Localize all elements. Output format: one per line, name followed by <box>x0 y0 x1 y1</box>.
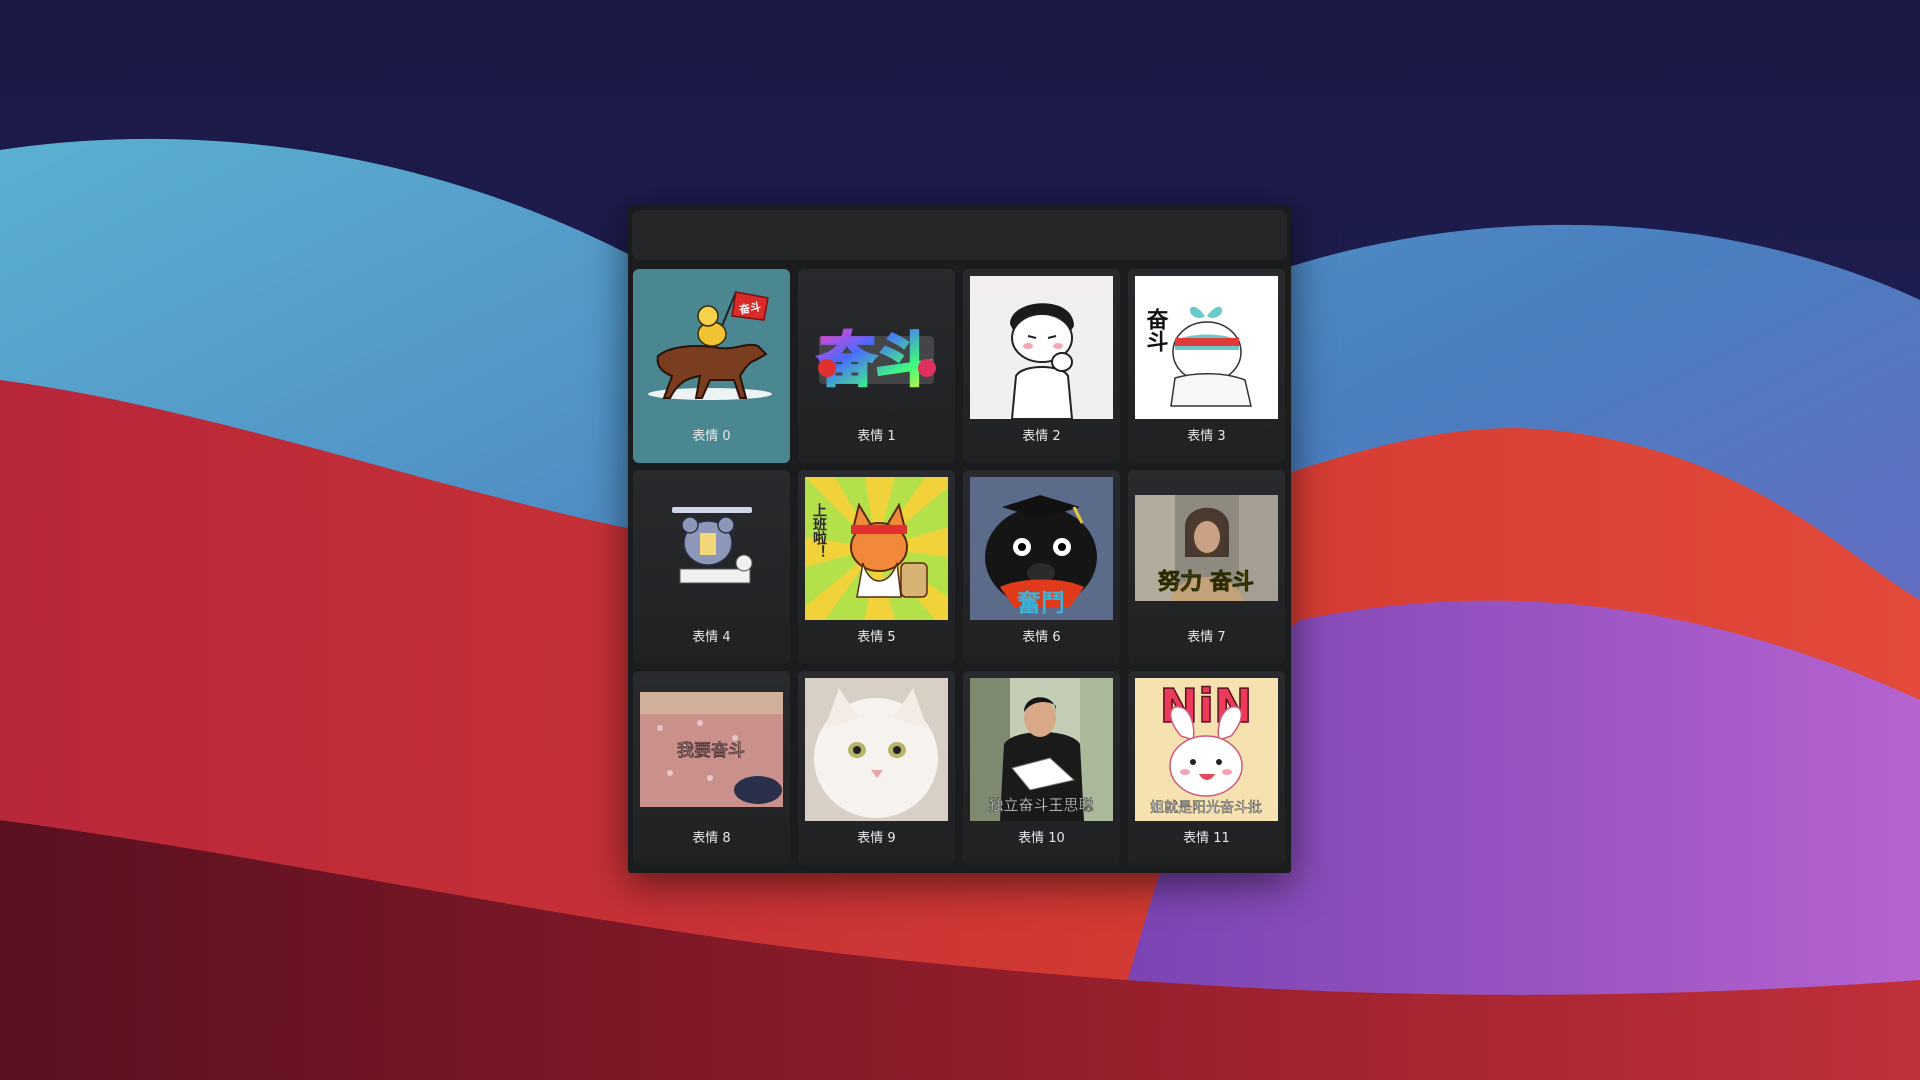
sticker-tile[interactable]: 我要奋斗 表情 8 <box>633 671 790 865</box>
neon-text-icon: 奋斗 <box>805 276 948 419</box>
sticker-tile[interactable]: 上班啦！ 表情 5 <box>798 470 955 664</box>
sticker-label: 表情 11 <box>1183 831 1230 846</box>
sticker-tile[interactable]: 奋斗 表情 1 <box>798 269 955 463</box>
sticker-label: 表情 4 <box>692 630 731 645</box>
svg-text:奋斗: 奋斗 <box>818 326 934 394</box>
thinking-cartoon-icon <box>970 276 1113 419</box>
sticker-label: 表情 10 <box>1018 831 1065 846</box>
svg-text:奮鬥: 奮鬥 <box>1017 589 1065 617</box>
sticker-label: 表情 6 <box>1022 630 1061 645</box>
sticker-label: 表情 9 <box>857 831 896 846</box>
svg-text:奋斗: 奋斗 <box>1143 308 1170 352</box>
sticker-tile[interactable]: 奋斗 表情 0 <box>633 269 790 463</box>
svg-text:上班啦！: 上班啦！ <box>811 503 827 559</box>
search-input[interactable] <box>632 210 1287 260</box>
white-cat-icon <box>805 678 948 821</box>
woman-eating-icon: 努力 奋斗 <box>1135 477 1278 620</box>
sticker-label: 表情 1 <box>857 429 896 444</box>
sticker-tile[interactable]: 表情 2 <box>963 269 1120 463</box>
sticker-label: 表情 2 <box>1022 429 1061 444</box>
svg-text:我要奋斗: 我要奋斗 <box>677 740 745 761</box>
svg-text:姐就是阳光奋斗批: 姐就是阳光奋斗批 <box>1150 800 1262 816</box>
sticker-label: 表情 5 <box>857 630 896 645</box>
horse-rider-flag-icon: 奋斗 <box>640 276 783 419</box>
sticker-picker-panel: 奋斗 表情 0 奋斗 表情 1 表情 2 奋斗 表情 3 表情 4 上班啦！ 表… <box>628 206 1291 873</box>
sticker-label: 表情 7 <box>1187 630 1226 645</box>
svg-text:独立奋斗王思聪: 独立奋斗王思聪 <box>988 796 1093 814</box>
sticker-tile[interactable]: 独立奋斗王思聪 表情 10 <box>963 671 1120 865</box>
fox-backpack-icon: 上班啦！ <box>805 477 948 620</box>
sticker-tile[interactable]: NiN 姐就是阳光奋斗批 表情 11 <box>1128 671 1285 865</box>
sticker-tile[interactable]: 奮鬥 表情 6 <box>963 470 1120 664</box>
sticker-tile[interactable]: 奋斗 表情 3 <box>1128 269 1285 463</box>
sticker-label: 表情 3 <box>1187 429 1226 444</box>
man-reading-icon: 独立奋斗王思聪 <box>970 678 1113 821</box>
desk-character-icon <box>640 477 783 620</box>
person-in-bed-icon: 我要奋斗 <box>640 678 783 821</box>
sprout-character-icon: 奋斗 <box>1135 276 1278 419</box>
honey-badger-icon: 奮鬥 <box>970 477 1113 620</box>
pink-bunny-icon: NiN 姐就是阳光奋斗批 <box>1135 678 1278 821</box>
sticker-label: 表情 8 <box>692 831 731 846</box>
sticker-tile[interactable]: 表情 9 <box>798 671 955 865</box>
sticker-tile[interactable]: 努力 奋斗 表情 7 <box>1128 470 1285 664</box>
sticker-label: 表情 0 <box>692 429 731 444</box>
sticker-grid: 奋斗 表情 0 奋斗 表情 1 表情 2 奋斗 表情 3 表情 4 上班啦！ 表… <box>633 269 1285 865</box>
sticker-tile[interactable]: 表情 4 <box>633 470 790 664</box>
svg-text:努力 奋斗: 努力 奋斗 <box>1158 569 1254 595</box>
